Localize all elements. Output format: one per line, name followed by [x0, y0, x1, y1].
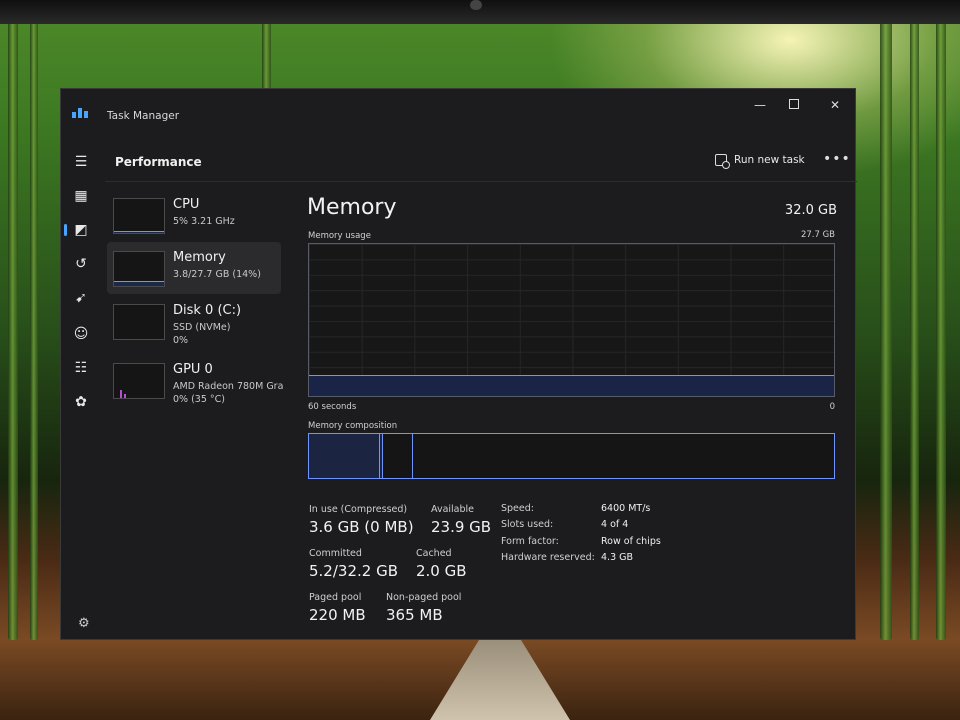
- composition-in-use: [309, 434, 380, 478]
- available-label: Available: [431, 504, 475, 515]
- maximize-icon: [789, 99, 799, 109]
- services-icon: ✿: [75, 394, 87, 410]
- nav-rail: ☰ ▦ ◩ ↺ ➹ ☺ ☷ ✿: [61, 139, 99, 639]
- memory-usage-area: [309, 374, 834, 396]
- available-value: 23.9 GB: [431, 518, 492, 536]
- window-title: Task Manager: [107, 110, 180, 122]
- bamboo-stalk: [880, 20, 892, 640]
- memory-heading: Memory: [307, 195, 397, 220]
- task-manager-app-icon: [72, 108, 88, 118]
- device-utilization: 0%: [173, 335, 189, 346]
- device-gpu[interactable]: GPU 0 AMD Radeon 780M Gra 0% (35 °C): [107, 354, 283, 406]
- memory-usage-label: Memory usage: [308, 231, 371, 241]
- gpu-activity-spike: [120, 390, 122, 398]
- run-new-task-label: Run new task: [734, 154, 805, 166]
- minimize-button[interactable]: —: [745, 97, 775, 113]
- device-detail: SSD (NVMe): [173, 322, 231, 333]
- laptop-bezel: [0, 0, 960, 24]
- memory-mini-graph: [113, 251, 165, 287]
- memory-total: 32.0 GB: [784, 203, 837, 218]
- task-manager-window: Task Manager — ✕ ☰ ▦ ◩ ↺ ➹ ☺ ☷ ✿ ⚙ Perfo…: [60, 88, 857, 640]
- paged-pool-value: 220 MB: [309, 606, 366, 624]
- slots-used-key: Slots used:: [501, 519, 554, 530]
- device-detail: 3.8/27.7 GB (14%): [173, 269, 261, 280]
- users-icon: ☺: [73, 326, 89, 342]
- graph-time-end: 0: [829, 402, 835, 412]
- startup-apps-icon: ➹: [75, 290, 87, 306]
- device-disk[interactable]: Disk 0 (C:) SSD (NVMe) 0%: [107, 295, 281, 347]
- graph-time-span: 60 seconds: [308, 402, 357, 412]
- header-divider: [105, 181, 857, 182]
- memory-composition-label: Memory composition: [308, 421, 398, 431]
- paged-pool-label: Paged pool: [309, 592, 362, 603]
- close-button[interactable]: ✕: [820, 97, 850, 113]
- device-memory[interactable]: Memory 3.8/27.7 GB (14%): [107, 242, 281, 294]
- cpu-mini-graph-fill: [114, 231, 164, 233]
- form-factor-key: Form factor:: [501, 536, 559, 547]
- cpu-mini-graph: [113, 198, 165, 234]
- device-name: CPU: [173, 197, 200, 212]
- bamboo-stalk: [30, 20, 38, 640]
- device-detail: AMD Radeon 780M Gra: [173, 381, 284, 392]
- run-new-task-button[interactable]: Run new task: [715, 151, 805, 169]
- page-title: Performance: [115, 155, 202, 169]
- memory-usage-graph: [308, 243, 835, 397]
- settings-button[interactable]: ⚙: [78, 616, 90, 631]
- device-name: Memory: [173, 250, 226, 265]
- stone-path: [430, 640, 570, 720]
- memory-usage-max: 27.7 GB: [800, 230, 835, 240]
- slots-used-value: 4 of 4: [601, 519, 629, 530]
- bamboo-stalk: [936, 20, 946, 640]
- processes-icon: ▦: [74, 188, 88, 204]
- speed-key: Speed:: [501, 503, 534, 514]
- device-cpu[interactable]: CPU 5% 3.21 GHz: [107, 189, 281, 241]
- device-name: Disk 0 (C:): [173, 303, 242, 318]
- hardware-reserved-value: 4.3 GB: [601, 552, 634, 563]
- nav-details[interactable]: ☷: [70, 357, 92, 379]
- gpu-mini-graph: [113, 363, 165, 399]
- in-use-label: In use (Compressed): [309, 504, 408, 515]
- bamboo-stalk: [8, 20, 18, 640]
- hamburger-menu-icon: ☰: [74, 154, 88, 170]
- non-paged-pool-label: Non-paged pool: [386, 592, 462, 603]
- device-name: GPU 0: [173, 362, 213, 377]
- nav-services[interactable]: ✿: [70, 391, 92, 413]
- details-icon: ☷: [74, 360, 88, 376]
- nav-processes[interactable]: ▦: [70, 185, 92, 207]
- nav-app-history[interactable]: ↺: [70, 253, 92, 275]
- memory-mini-graph-fill: [114, 281, 164, 286]
- memory-composition-bar: [308, 433, 835, 479]
- nav-performance[interactable]: ◩: [64, 219, 92, 241]
- committed-label: Committed: [309, 548, 362, 559]
- device-detail: 5% 3.21 GHz: [173, 216, 235, 227]
- disk-mini-graph: [113, 304, 165, 340]
- nav-startup-apps[interactable]: ➹: [70, 287, 92, 309]
- bamboo-stalk: [910, 20, 919, 640]
- committed-value: 5.2/32.2 GB: [309, 562, 398, 580]
- nav-menu-button[interactable]: ☰: [70, 151, 92, 173]
- cached-label: Cached: [416, 548, 452, 559]
- speed-value: 6400 MT/s: [601, 503, 651, 514]
- cached-value: 2.0 GB: [416, 562, 467, 580]
- webcam: [470, 0, 482, 10]
- form-factor-value: Row of chips: [601, 536, 661, 547]
- gear-icon: ⚙: [78, 616, 90, 631]
- in-use-value: 3.6 GB (0 MB): [309, 518, 414, 536]
- performance-icon: ◩: [74, 222, 88, 238]
- hardware-reserved-key: Hardware reserved:: [501, 552, 595, 563]
- title-bar[interactable]: Task Manager — ✕: [61, 89, 855, 122]
- maximize-button[interactable]: [779, 97, 809, 113]
- run-task-icon: [715, 154, 730, 169]
- gpu-activity-spike: [124, 394, 126, 398]
- app-history-icon: ↺: [75, 256, 87, 272]
- nav-users[interactable]: ☺: [70, 323, 92, 345]
- non-paged-pool-value: 365 MB: [386, 606, 443, 624]
- more-options-button[interactable]: •••: [823, 151, 851, 167]
- device-utilization: 0% (35 °C): [173, 394, 225, 405]
- composition-standby: [383, 434, 414, 478]
